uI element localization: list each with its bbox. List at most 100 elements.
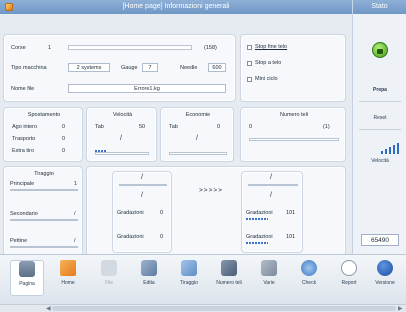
gradazioni-left-1-label: Gradazioni — [117, 210, 144, 216]
report-icon — [341, 260, 357, 276]
numero-teli-right: (1) — [323, 124, 330, 130]
stop-fine-telo-checkbox[interactable] — [247, 45, 252, 50]
file-icon — [101, 260, 117, 276]
gradazioni-right-2-label: Gradazioni — [246, 234, 273, 240]
corse-count: (158) — [204, 45, 217, 51]
status-divider-1 — [359, 101, 401, 102]
spostamento-panel: Spostamento Ago intero 0 Trasporto 0 Ext… — [3, 107, 83, 162]
gradazioni-right-card: / / Gradazioni 101 Gradazioni 101 — [241, 171, 303, 253]
economie-tab-value: 0 — [217, 124, 221, 130]
info-icon — [377, 260, 393, 276]
bottom-toolbar: Pagina Home File Edita Tiraggio Numero t… — [0, 254, 406, 304]
home-icon — [60, 260, 76, 276]
velocita-tab-value: 50 — [139, 124, 146, 130]
corse-label: Corse — [11, 45, 26, 51]
tipo-macchina-field[interactable]: 2 systems — [68, 63, 110, 72]
trasporto-value: 0 — [62, 136, 66, 142]
stato-header: Stato — [352, 0, 406, 14]
gradazioni-left-top-track — [119, 184, 167, 186]
ago-intero-value: 0 — [62, 124, 66, 130]
stop-a-telo-checkbox[interactable] — [247, 61, 252, 66]
options-panel: Stop fine telo Stop a telo Mini ciclo — [240, 34, 346, 102]
reset-button[interactable]: Reset — [355, 115, 405, 121]
economie-slash: / — [196, 135, 198, 142]
pettine-value: / — [74, 238, 76, 244]
versione-button[interactable]: Versione — [368, 260, 402, 296]
numero-teli-button[interactable]: Numero teli — [212, 260, 246, 296]
main-area: Corse 1 (158) Tipo macchina 2 systems Ga… — [0, 14, 352, 256]
scroll-right-icon[interactable]: ▶ — [398, 305, 403, 312]
mini-ciclo-label[interactable]: Mini ciclo — [255, 76, 278, 82]
velocita-panel: Velocità Tab 50 / — [86, 107, 157, 162]
ago-intero-label: Ago intero — [12, 124, 38, 130]
gradazioni-right-top-track — [248, 184, 298, 186]
stop-a-telo-label[interactable]: Stop a telo — [255, 60, 281, 66]
secondario-value: / — [74, 211, 76, 217]
needle-label: Needle — [180, 65, 198, 71]
gradazioni-left-1-value: 0 — [160, 210, 164, 216]
corse-value: 1 — [48, 45, 52, 51]
tension-icon — [181, 260, 197, 276]
gradazioni-left-card: / / Gradazioni 0 Gradazioni 0 — [112, 171, 172, 253]
principale-track — [10, 189, 78, 191]
economie-panel: Economie Tab 0 / — [160, 107, 234, 162]
status-panel: Prepa Reset Velocità 65490 — [352, 14, 406, 254]
tipo-macchina-label: Tipo macchina — [11, 65, 47, 71]
needle-field[interactable]: 600 — [208, 63, 226, 72]
stop-fine-telo-label[interactable]: Stop fine telo — [255, 44, 287, 50]
economie-track — [169, 152, 227, 155]
report-button[interactable]: Report — [332, 260, 366, 296]
scroll-thumb[interactable] — [52, 306, 396, 311]
gradazioni-right-2-value: 101 — [286, 234, 296, 240]
velocita-title: Velocità — [112, 112, 133, 118]
numero-teli-title: Numero teli — [279, 112, 309, 118]
gauge-field[interactable]: 7 — [142, 63, 158, 72]
gradazioni-left-2-label: Gradazioni — [117, 234, 144, 240]
tiraggio-title: Tiraggio — [34, 171, 54, 177]
status-divider-2 — [359, 129, 401, 130]
principale-value: 1 — [74, 181, 78, 187]
extra-tiro-label: Extra tiro — [12, 148, 35, 154]
gradazioni-right-2-bar — [246, 242, 268, 244]
file-button[interactable]: File — [92, 260, 126, 296]
transfer-arrows: >>>>> — [199, 187, 223, 194]
app-icon — [5, 3, 13, 11]
mini-ciclo-checkbox[interactable] — [247, 77, 252, 82]
economie-title: Economie — [185, 112, 211, 118]
page-icon — [19, 261, 35, 277]
secondario-track — [10, 219, 78, 221]
check-button[interactable]: Check — [292, 260, 326, 296]
scroll-left-icon[interactable]: ◀ — [46, 305, 51, 312]
nome-file-field[interactable]: Errore1.kg — [68, 84, 226, 93]
general-info-panel: Corse 1 (158) Tipo macchina 2 systems Ga… — [3, 34, 236, 102]
gradazioni-left-top: / — [141, 174, 143, 181]
horizontal-scrollbar[interactable]: ◀ ▶ — [0, 304, 406, 312]
nome-file-label: Nome file — [11, 86, 35, 92]
edita-button[interactable]: Edita — [132, 260, 166, 296]
principale-label: Principale — [10, 181, 35, 187]
gradazioni-right-top: / — [270, 174, 272, 181]
count-icon — [221, 260, 237, 276]
numero-teli-panel: Numero teli 0 (1) — [240, 107, 346, 162]
misc-icon — [261, 260, 277, 276]
gradazioni-right-1-value: 101 — [286, 210, 296, 216]
home-button[interactable]: Home — [51, 260, 85, 296]
prepara-button[interactable]: Prepa — [355, 87, 405, 93]
velocita-track — [95, 152, 149, 155]
status-light-icon — [372, 42, 388, 58]
gradazioni-panel: / / Gradazioni 0 Gradazioni 0 >>>>> / / … — [86, 166, 346, 256]
window-title: [Home page] Informazioni generali — [122, 3, 230, 10]
tiraggio-button[interactable]: Tiraggio — [172, 260, 206, 296]
gradazioni-right-mid: / — [270, 192, 272, 199]
window-title-bar: [Home page] Informazioni generali — [0, 0, 352, 14]
secondario-label: Secondario — [10, 211, 38, 217]
gradazioni-left-2-value: 0 — [160, 234, 164, 240]
varie-button[interactable]: Varie — [252, 260, 286, 296]
gradazioni-right-1-label: Gradazioni — [246, 210, 273, 216]
corse-progress-bar — [68, 45, 192, 50]
numero-teli-track — [249, 138, 339, 141]
pettine-label: Pettine — [10, 238, 28, 244]
gradazioni-left-mid: / — [141, 192, 143, 199]
trasporto-label: Trasporto — [12, 136, 36, 142]
pagina-button[interactable]: Pagina — [10, 260, 44, 296]
